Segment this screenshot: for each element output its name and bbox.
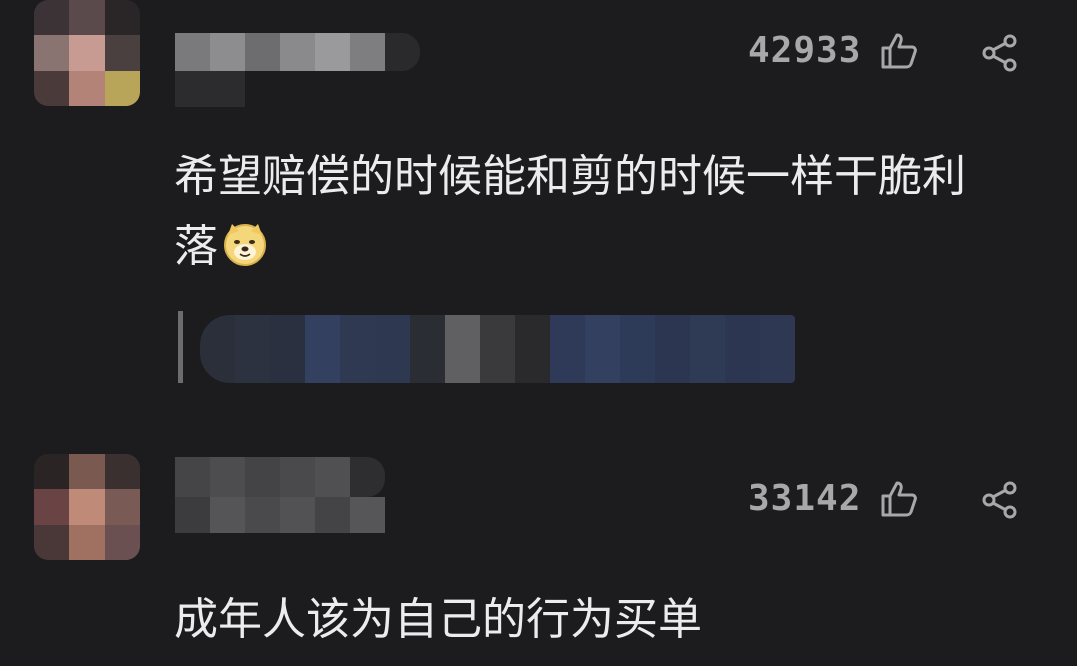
like-area[interactable]: 42933 [748,30,919,71]
reply-preview-blurred[interactable] [178,311,818,383]
username-blurred-lower [175,71,245,107]
avatar[interactable] [34,454,140,560]
like-area[interactable]: 33142 [748,478,919,519]
comment-text-line: 希望赔偿的时候能和剪的时候一样干脆利 [174,151,966,202]
like-count: 42933 [748,30,862,71]
reply-quote-bar [178,311,183,383]
share-icon[interactable] [980,480,1020,520]
comment-item: 33142 成年人该为自己的行为买单 [0,420,1077,666]
thumbs-up-outline-icon[interactable] [879,479,919,519]
comment-text-line-2: 落 [174,221,218,272]
reply-preview-blurred-content [200,315,795,383]
username-blurred[interactable] [175,33,420,71]
avatar[interactable] [34,0,140,106]
doge-emoji-icon [224,224,266,266]
comment-text: 希望赔偿的时候能和剪的时候一样干脆利 落 [174,142,1054,282]
share-icon[interactable] [980,33,1020,73]
username-blurred[interactable] [175,457,385,497]
comment-list: 42933 希望赔偿的时候能和剪的时候一样干脆利 落 33142 成年人该为自己… [0,0,1077,666]
thumbs-up-outline-icon[interactable] [879,31,919,71]
comment-text-line: 落 [174,212,1054,282]
comment-item: 42933 希望赔偿的时候能和剪的时候一样干脆利 落 [0,0,1077,420]
comment-text: 成年人该为自己的行为买单 [174,585,1054,655]
username-blurred-row2 [175,497,385,533]
comment-text-line: 成年人该为自己的行为买单 [174,594,702,645]
like-count: 33142 [748,478,862,519]
